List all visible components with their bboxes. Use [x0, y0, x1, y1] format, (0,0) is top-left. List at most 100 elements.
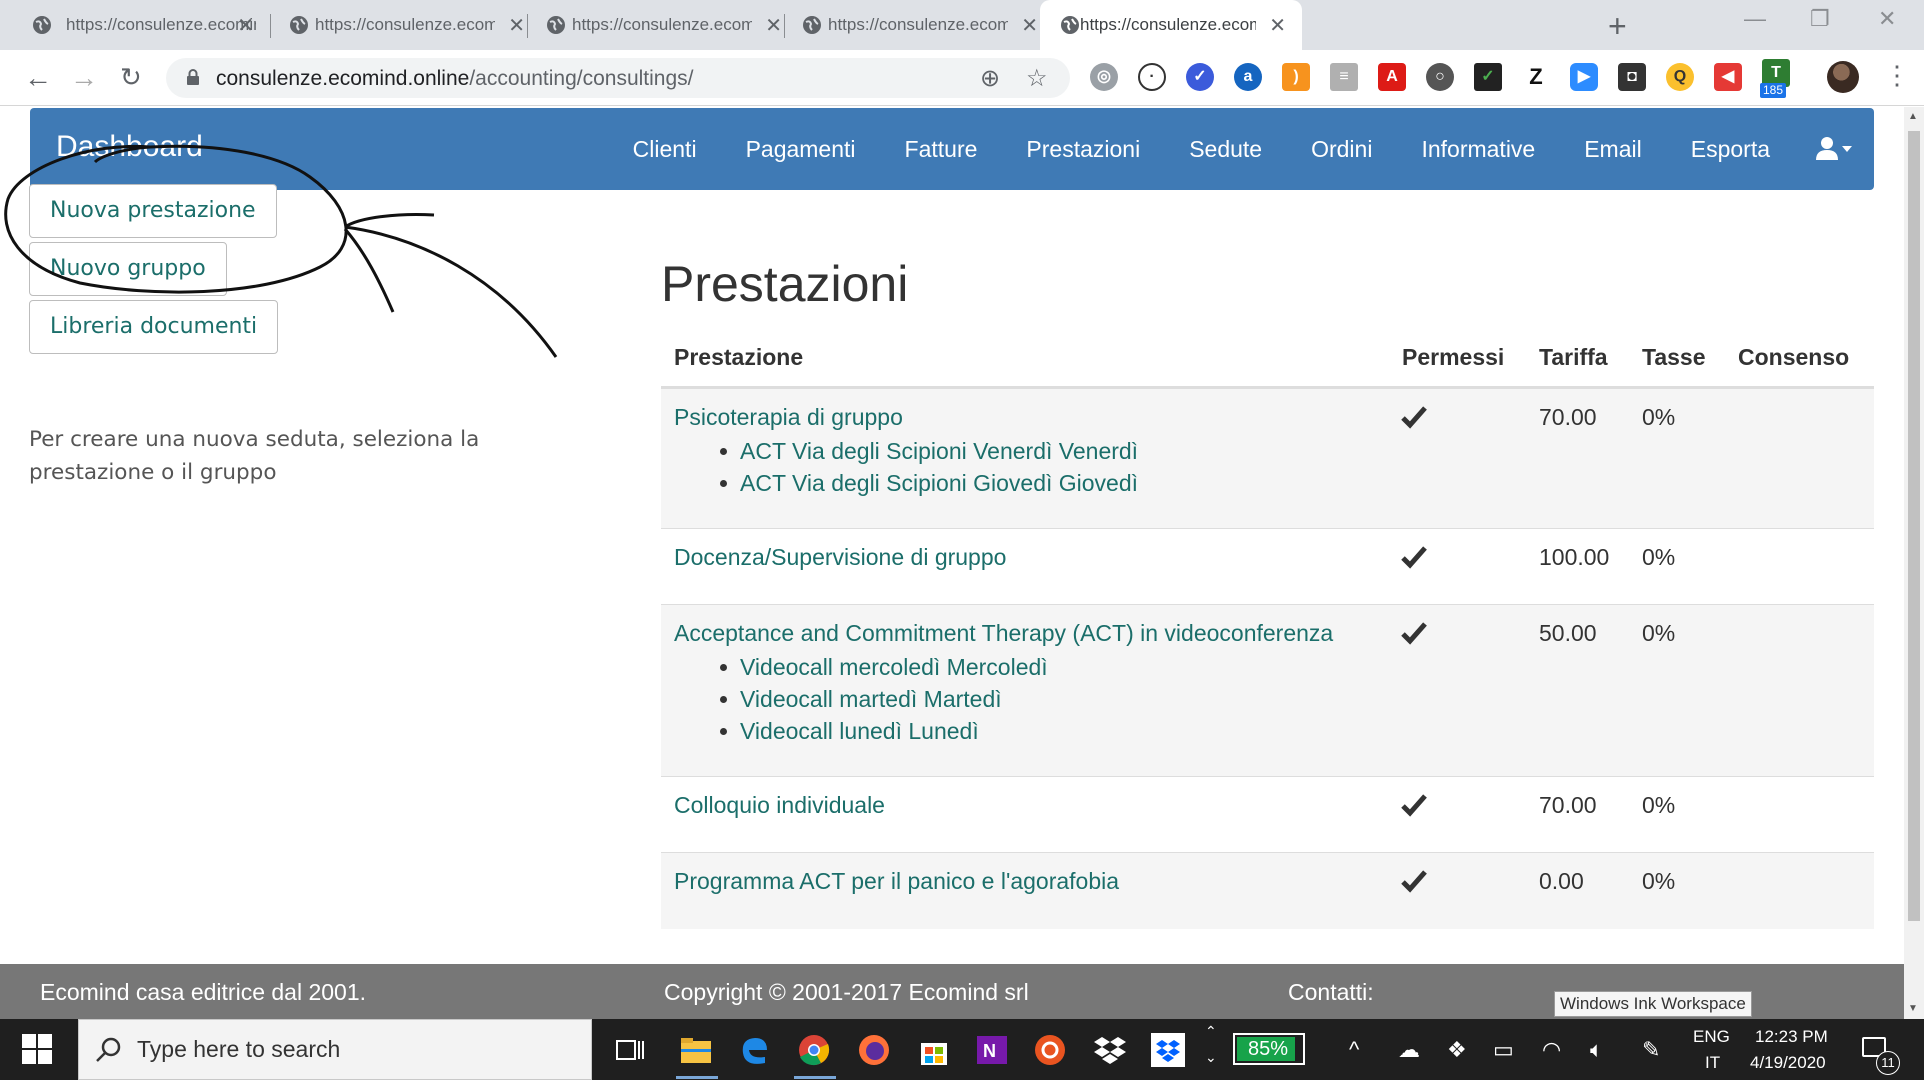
rss-icon[interactable]: ) [1282, 63, 1310, 91]
close-icon[interactable]: ✕ [765, 13, 782, 38]
nav-esporta[interactable]: Esporta [1691, 136, 1770, 163]
back-button[interactable]: ← [24, 62, 52, 94]
forward-button[interactable]: → [70, 62, 98, 94]
services-table: Prestazione Permessi Tariffa Tasse Conse… [661, 327, 1874, 929]
zoom-icon[interactable]: ⊕ [980, 64, 1000, 93]
extension-icon[interactable]: ◎ [1090, 63, 1118, 91]
service-link[interactable]: Psicoterapia di gruppo [674, 404, 903, 431]
close-window-button[interactable]: ✕ [1878, 6, 1896, 32]
nav-ordini[interactable]: Ordini [1311, 136, 1372, 163]
search-placeholder: Type here to search [137, 1036, 341, 1062]
browser-tab[interactable]: https://consulenze.ecomind.online/accoun… [796, 0, 1054, 50]
nav-informative[interactable]: Informative [1421, 136, 1535, 163]
close-icon[interactable]: ✕ [1021, 13, 1038, 38]
new-service-button[interactable]: Nuova prestazione [29, 184, 277, 238]
browser-tab[interactable]: https://consulenze.ecomind.online/accoun… [540, 0, 798, 50]
avatar[interactable] [1827, 61, 1859, 93]
extension-icon[interactable]: Q [1666, 63, 1694, 91]
nav-pagamenti[interactable]: Pagamenti [746, 136, 856, 163]
dropbox-icon[interactable] [1093, 1033, 1127, 1067]
extension-icon[interactable]: ○ [1426, 63, 1454, 91]
nav-email[interactable]: Email [1584, 136, 1642, 163]
nav-clienti[interactable]: Clienti [633, 136, 697, 163]
extension-icon[interactable]: ◘ [1618, 63, 1646, 91]
group-link[interactable]: Videocall lunedì Lunedì [720, 715, 1048, 747]
service-link[interactable]: Programma ACT per il panico e l'agorafob… [674, 868, 1119, 895]
service-link[interactable]: Acceptance and Commitment Therapy (ACT) … [674, 620, 1333, 647]
group-link[interactable]: ACT Via degli Scipioni Venerdì Venerdì [719, 435, 1138, 467]
file-explorer-icon[interactable] [679, 1033, 713, 1067]
group-link[interactable]: ACT Via degli Scipioni Giovedì Giovedì [719, 467, 1138, 499]
bookmark-star-icon[interactable]: ☆ [1026, 64, 1048, 93]
menu-icon[interactable]: ⋮ [1884, 60, 1910, 91]
tab-title: https://consulenze.ecomind.online/accoun… [828, 15, 1008, 34]
extension-icon[interactable]: · [1138, 63, 1166, 91]
angular-icon[interactable]: A [1378, 63, 1406, 91]
url-host: consulenze.ecomind.online [216, 67, 470, 90]
tab-strip: https://consulenze.ecomind.online/accoun… [0, 0, 1924, 50]
extension-icon[interactable]: ✓ [1186, 63, 1214, 91]
task-view-icon[interactable] [613, 1033, 647, 1067]
zotero-icon[interactable]: Z [1522, 63, 1550, 91]
document-library-button[interactable]: Libreria documenti [29, 300, 279, 354]
browser-tab-active[interactable]: https://consulenze.ecomind.online/accoun… [1040, 0, 1302, 50]
restore-button[interactable]: ❐ [1810, 6, 1830, 32]
language-code[interactable]: ENG [1693, 1027, 1730, 1047]
chevron-up-icon[interactable]: ⌃ [1205, 1023, 1217, 1040]
page-scrollbar[interactable]: ▲ ▼ [1904, 107, 1924, 1019]
dropbox-app-icon[interactable] [1151, 1033, 1185, 1067]
zoom-app-icon[interactable]: ▶ [1570, 63, 1598, 91]
new-group-button[interactable]: Nuovo gruppo [29, 242, 227, 296]
close-icon[interactable]: ✕ [237, 13, 254, 38]
windows-start-icon[interactable] [22, 1034, 52, 1064]
clock-date[interactable]: 4/19/2020 [1750, 1053, 1826, 1073]
battery-icon[interactable]: ▭ [1493, 1037, 1514, 1063]
ubuntu-icon[interactable] [1033, 1033, 1067, 1067]
nav-fatture[interactable]: Fatture [905, 136, 978, 163]
close-icon[interactable]: ✕ [1269, 13, 1286, 38]
taskbar-search[interactable]: Type here to search [78, 1019, 592, 1080]
keyboard-layout[interactable]: IT [1705, 1053, 1720, 1073]
nav-sedute[interactable]: Sedute [1189, 136, 1262, 163]
edge-icon[interactable] [737, 1033, 771, 1067]
extension-icon[interactable]: a [1234, 63, 1262, 91]
group-link[interactable]: Videocall martedì Martedì [720, 683, 1048, 715]
scroll-up-icon[interactable]: ▲ [1908, 111, 1918, 122]
volume-icon[interactable]: 🔈︎ [1590, 1037, 1603, 1063]
firefox-icon[interactable] [857, 1033, 891, 1067]
pen-ink-icon[interactable]: ✎ [1642, 1037, 1660, 1063]
address-bar[interactable]: consulenze.ecomind.online/accounting/con… [166, 58, 1070, 98]
close-icon[interactable]: ✕ [508, 13, 525, 38]
dropbox-tray-icon[interactable]: ❖ [1447, 1037, 1467, 1063]
group-link[interactable]: Videocall mercoledì Mercoledì [720, 651, 1048, 683]
user-menu-icon[interactable] [1816, 136, 1854, 162]
service-link[interactable]: Colloquio individuale [674, 792, 885, 819]
show-hidden-icons[interactable]: ^ [1349, 1037, 1359, 1063]
store-icon[interactable] [917, 1033, 951, 1067]
tax-value: 0% [1642, 868, 1676, 894]
wifi-icon[interactable]: ◠ [1542, 1037, 1561, 1063]
footer-contacts[interactable]: Contatti: [1288, 979, 1374, 1006]
onedrive-icon[interactable]: ☁ [1398, 1037, 1420, 1063]
service-link[interactable]: Docenza/Supervisione di gruppo [674, 544, 1006, 571]
extension-icon[interactable]: ✓ [1474, 63, 1502, 91]
browser-tab[interactable]: https://consulenze.ecomind.online/accoun… [0, 0, 270, 50]
megaphone-icon[interactable]: ◀ [1714, 63, 1742, 91]
brand-link[interactable]: Dashboard [56, 130, 203, 164]
battery-indicator[interactable]: 85% [1233, 1033, 1305, 1065]
chevron-down-icon[interactable]: ⌄ [1205, 1049, 1217, 1066]
minimize-button[interactable]: — [1744, 6, 1766, 32]
new-tab-button[interactable]: + [1608, 8, 1627, 45]
clock-time[interactable]: 12:23 PM [1755, 1027, 1828, 1047]
search-icon [96, 1037, 121, 1062]
scroll-down-icon[interactable]: ▼ [1908, 1003, 1918, 1014]
extension-icon[interactable]: ≡ [1330, 63, 1358, 91]
onenote-icon[interactable]: N [975, 1033, 1009, 1067]
chrome-icon[interactable] [797, 1033, 831, 1067]
nav-prestazioni[interactable]: Prestazioni [1026, 136, 1140, 163]
reload-button[interactable]: ↻ [120, 62, 142, 93]
table-row: Psicoterapia di gruppo ACT Via degli Sci… [661, 389, 1874, 529]
scroll-thumb[interactable] [1908, 131, 1920, 921]
globe-icon [290, 16, 308, 34]
browser-tab[interactable]: https://consulenze.ecomind.online/accoun… [283, 0, 541, 50]
